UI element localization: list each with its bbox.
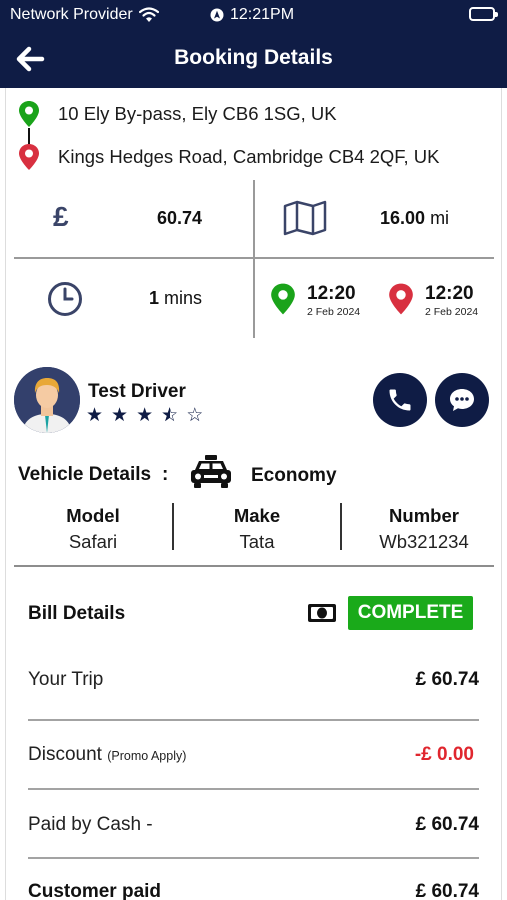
pickup-timestamp: 12:20 2 Feb 2024 xyxy=(307,283,360,318)
bill-details-title: Bill Details xyxy=(28,603,126,624)
distance-value: 16.00 xyxy=(380,208,426,228)
cash-label: Paid by Cash - xyxy=(28,814,153,835)
duration-unit: mins xyxy=(164,288,203,308)
carrier-name: Network Provider xyxy=(10,6,133,23)
vehicle-number-value: Wb321234 xyxy=(379,531,469,552)
pickup-date: 2 Feb 2024 xyxy=(307,306,361,318)
vehicle-class: Economy xyxy=(251,465,337,486)
pickup-time: 12:20 xyxy=(307,283,356,304)
route-connector xyxy=(28,128,30,144)
section-divider xyxy=(14,565,494,567)
promo-note: (Promo Apply) xyxy=(107,749,187,763)
star-full-icon: ★ xyxy=(86,405,104,426)
location-arrow-icon xyxy=(210,8,224,22)
bill-row-label: Customer paid xyxy=(28,881,161,900)
map-pin-red-icon xyxy=(19,144,39,170)
status-time: 12:21PM xyxy=(230,6,295,23)
chat-driver-button[interactable] xyxy=(435,373,489,427)
status-bar: Network Provider 12:21PM xyxy=(0,0,507,30)
pickup-time-pin-icon xyxy=(271,283,295,315)
call-driver-button[interactable] xyxy=(373,373,427,427)
vehicle-details-colon: : xyxy=(162,464,169,485)
app-header: Booking Details xyxy=(0,30,507,88)
vehicle-model-value: Safari xyxy=(68,531,118,552)
phone-icon xyxy=(389,389,411,411)
pickup-address: 10 Ely By-pass, Ely CB6 1SG, UK xyxy=(58,103,337,124)
bill-row-label: Your Trip xyxy=(28,669,103,691)
cash-icon xyxy=(308,604,336,622)
bill-divider xyxy=(28,788,479,790)
dropoff-time-pin-icon xyxy=(389,283,413,315)
driver-rating: ★ ★ ★ ☆★ ☆ xyxy=(86,404,203,427)
clock: 12:21PM xyxy=(210,6,294,24)
dropoff-timestamp: 12:20 2 Feb 2024 xyxy=(425,283,478,318)
clock-icon xyxy=(48,282,82,316)
stats-divider-horizontal xyxy=(14,257,494,259)
vehicle-make-header: Make xyxy=(233,505,281,526)
avatar xyxy=(14,367,80,433)
trip-label: Your Trip xyxy=(28,669,104,690)
stats-divider-vertical xyxy=(253,180,255,338)
customer-paid-amount: £ 60.74 xyxy=(415,881,479,900)
trip-amount: £ 60.74 xyxy=(415,669,479,690)
duration-value: 1 xyxy=(149,288,160,308)
bill-row-label: Paid by Cash - xyxy=(28,814,153,836)
fare-value: 60.74 xyxy=(157,208,203,228)
map-pin-green-icon xyxy=(19,101,39,127)
star-empty-icon: ☆ xyxy=(186,405,204,426)
discount-amount: -£ 0.00 xyxy=(414,744,474,765)
star-full-icon: ★ xyxy=(136,405,154,426)
vehicle-number-header: Number xyxy=(389,505,459,526)
driver-avatar-image xyxy=(14,367,80,433)
carrier-info: Network Provider xyxy=(10,6,159,24)
distance-unit: mi xyxy=(430,208,450,228)
discount-label: Discount xyxy=(28,744,102,765)
dropoff-address-row: Kings Hedges Road, Cambridge CB4 2QF, UK xyxy=(18,143,440,171)
driver-name: Test Driver xyxy=(88,381,186,402)
vehicle-column-divider xyxy=(340,503,342,550)
dropoff-date: 2 Feb 2024 xyxy=(425,306,479,318)
bill-divider xyxy=(28,857,479,859)
vehicle-details-label: Vehicle Details xyxy=(18,464,152,485)
star-full-icon: ★ xyxy=(111,405,129,426)
cash-amount: £ 60.74 xyxy=(415,814,479,835)
star-half-icon: ☆★ xyxy=(161,405,179,426)
vehicle-make-column: Make Tata xyxy=(180,505,334,553)
bill-divider xyxy=(28,719,479,721)
status-badge: COMPLETE xyxy=(348,596,473,630)
vehicle-column-divider xyxy=(172,503,174,550)
dropoff-time: 12:20 xyxy=(425,283,474,304)
wifi-icon xyxy=(138,7,159,22)
chat-bubble-icon xyxy=(450,389,474,411)
vehicle-model-column: Model Safari xyxy=(18,505,168,553)
dropoff-address: Kings Hedges Road, Cambridge CB4 2QF, UK xyxy=(58,146,440,167)
pickup-address-row: 10 Ely By-pass, Ely CB6 1SG, UK xyxy=(18,100,337,128)
taxi-icon xyxy=(191,455,231,488)
battery-icon xyxy=(469,7,498,21)
bill-row-label: Discount (Promo Apply) xyxy=(28,744,186,766)
duration-readout: 1 mins xyxy=(149,288,202,309)
vehicle-number-column: Number Wb321234 xyxy=(348,505,500,553)
customer-paid-label: Customer paid xyxy=(28,881,162,900)
vehicle-make-value: Tata xyxy=(239,531,275,552)
page-title: Booking Details xyxy=(174,46,333,69)
distance-readout: 16.00 mi xyxy=(380,208,449,229)
pound-icon: £ xyxy=(53,201,69,232)
vehicle-model-header: Model xyxy=(66,505,120,526)
folded-map-icon xyxy=(283,200,327,236)
